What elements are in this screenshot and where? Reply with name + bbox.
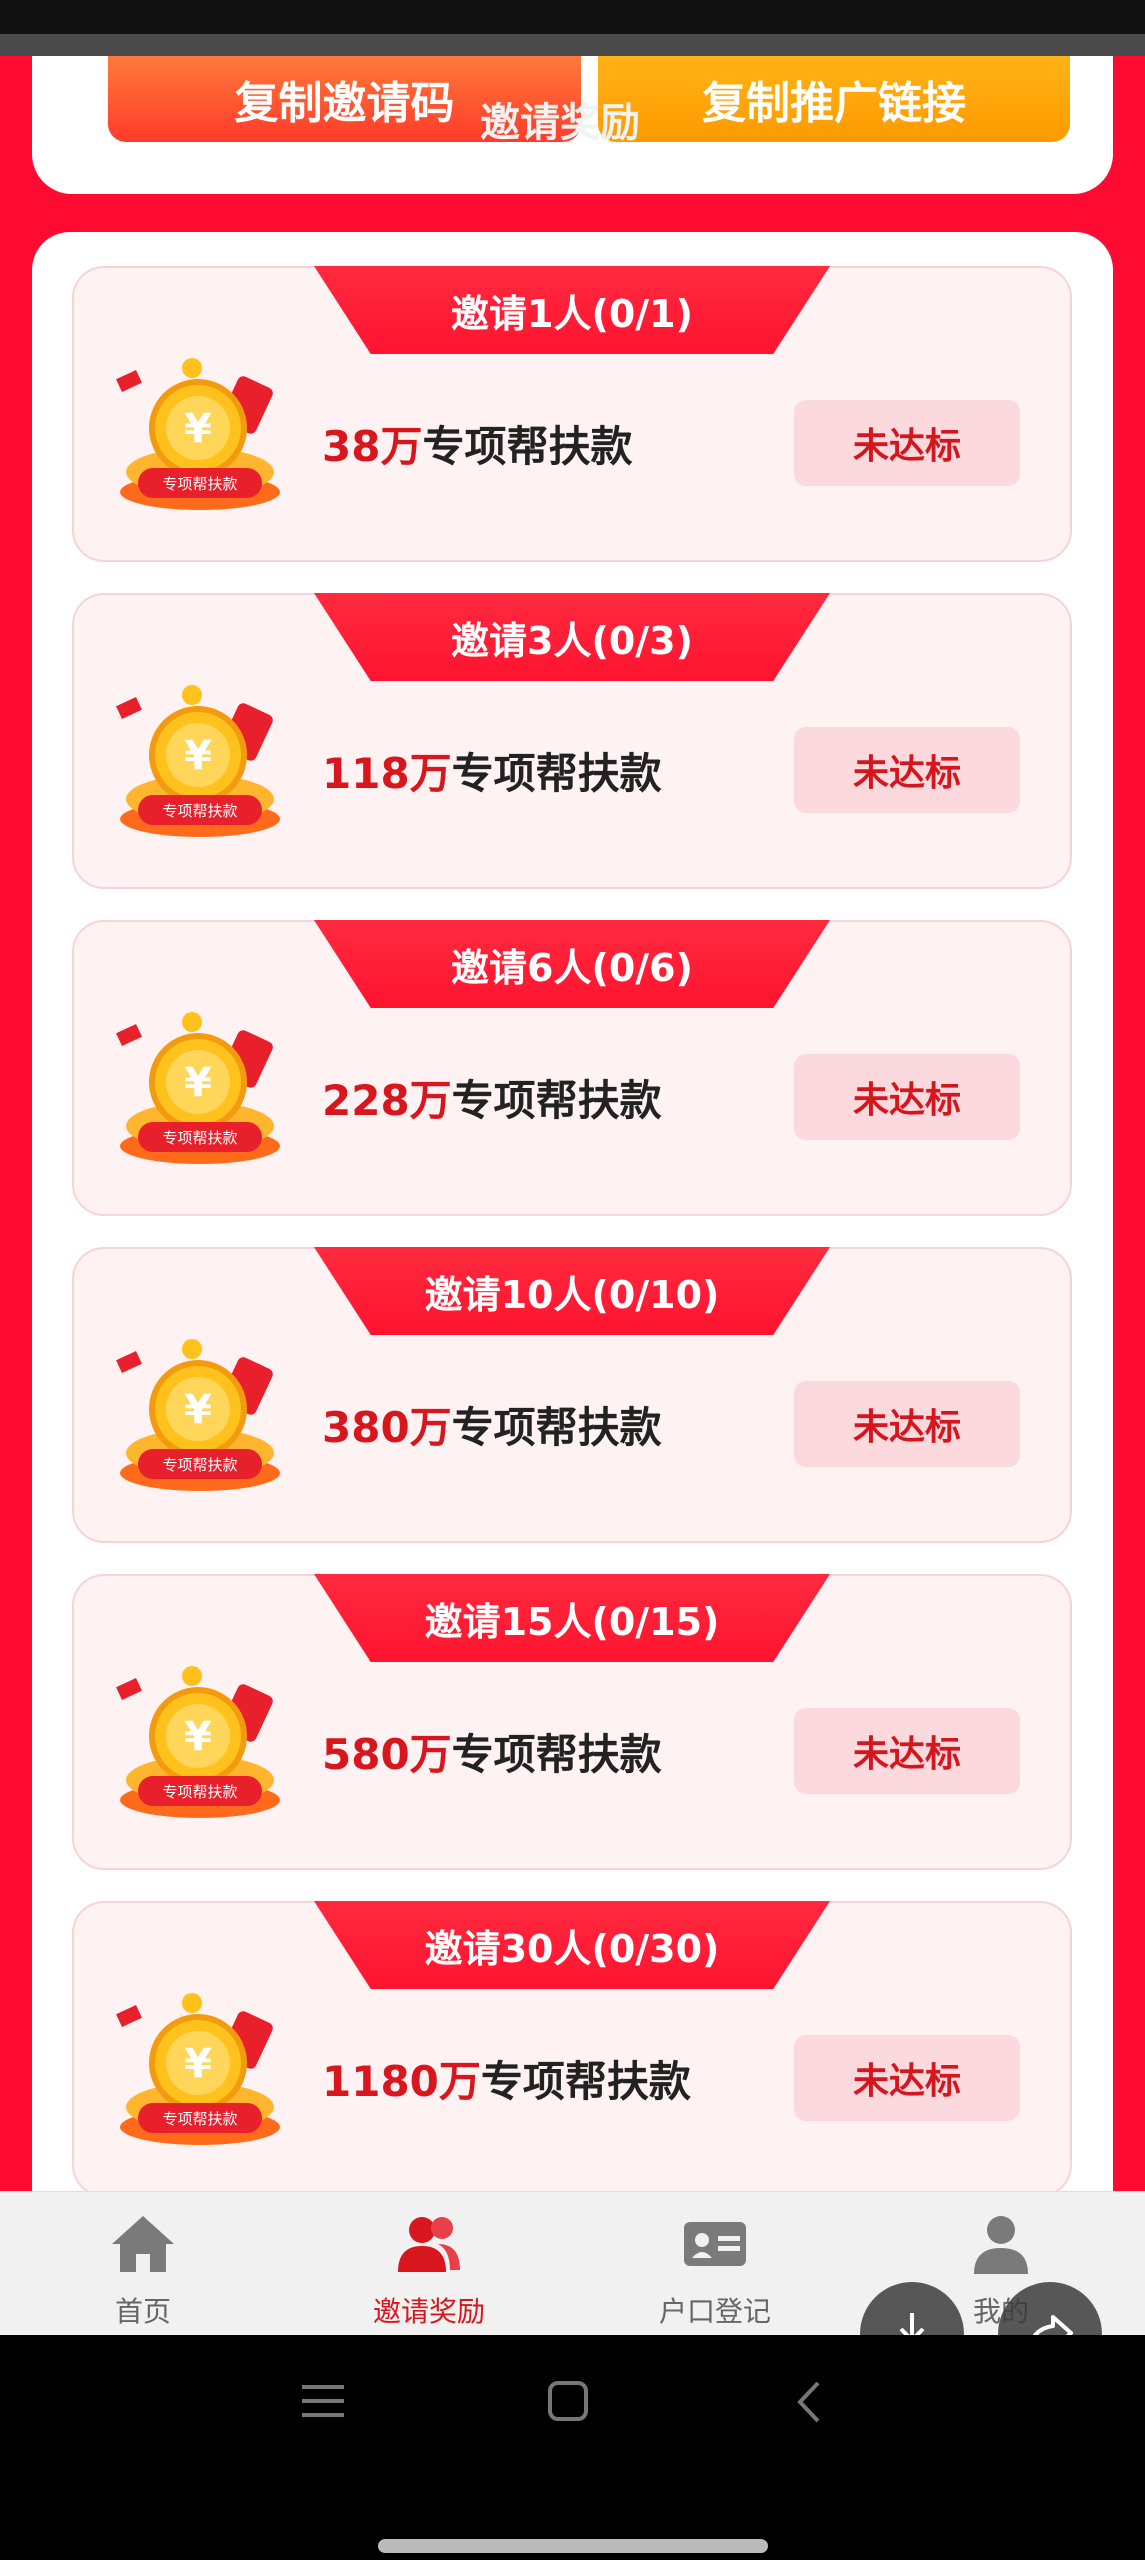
- coin-gift-icon: ¥ 专项帮扶款: [116, 1339, 280, 1491]
- app-screen: 复制邀请码 复制推广链接 邀请奖励 邀请1人(0/1) ¥ 专项帮扶款 38万专…: [0, 56, 1145, 2191]
- coin-gift-icon: ¥ 专项帮扶款: [116, 1666, 280, 1818]
- svg-text:专项帮扶款: 专项帮扶款: [162, 475, 237, 493]
- invite-target-tab: 邀请10人(0/10): [314, 1247, 830, 1335]
- reward-amount: 118万专项帮扶款: [322, 740, 662, 801]
- amount-value: 380万: [322, 1403, 452, 1452]
- copy-promo-link-button[interactable]: 复制推广链接: [598, 56, 1070, 142]
- status-badge[interactable]: 未达标: [794, 1054, 1020, 1140]
- reward-card: 邀请30人(0/30) ¥ 专项帮扶款 1180万专项帮扶款 未达标: [72, 1901, 1072, 2191]
- svg-text:专项帮扶款: 专项帮扶款: [162, 2110, 237, 2128]
- status-badge[interactable]: 未达标: [794, 1708, 1020, 1794]
- status-badge[interactable]: 未达标: [794, 1381, 1020, 1467]
- bottom-tab-bar: 首页 邀请奖励 户口登记 我的: [0, 2191, 1145, 2386]
- invite-target-tab: 邀请30人(0/30): [314, 1901, 830, 1989]
- reward-list: 邀请1人(0/1) ¥ 专项帮扶款 38万专项帮扶款 未达标 邀请3人(0/3)…: [32, 232, 1113, 2191]
- coin-gift-icon: ¥ 专项帮扶款: [116, 1993, 280, 2145]
- menu-icon[interactable]: [300, 2381, 346, 2421]
- svg-text:¥: ¥: [184, 1714, 212, 1760]
- amount-value: 228万: [322, 1076, 452, 1125]
- svg-text:¥: ¥: [184, 406, 212, 452]
- users-icon: [398, 2217, 460, 2272]
- amount-desc: 专项帮扶款: [451, 1730, 662, 1779]
- invite-target-tab: 邀请3人(0/3): [314, 593, 830, 681]
- status-bar: [0, 0, 1145, 56]
- amount-value: 580万: [322, 1730, 452, 1779]
- reward-amount: 580万专项帮扶款: [322, 1721, 662, 1782]
- svg-text:专项帮扶款: 专项帮扶款: [162, 1456, 237, 1474]
- invite-target-tab: 邀请15人(0/15): [314, 1574, 830, 1662]
- page-title: 邀请奖励: [480, 100, 640, 146]
- status-badge[interactable]: 未达标: [794, 2035, 1020, 2121]
- amount-desc: 专项帮扶款: [451, 1403, 662, 1452]
- amount-desc: 专项帮扶款: [480, 2057, 691, 2106]
- home-icon: [112, 2216, 174, 2272]
- invite-target-tab: 邀请1人(0/1): [314, 266, 830, 354]
- system-nav-bar: [0, 2335, 1145, 2560]
- reward-card: 邀请10人(0/10) ¥ 专项帮扶款 380万专项帮扶款 未达标: [72, 1247, 1072, 1543]
- svg-text:专项帮扶款: 专项帮扶款: [162, 1129, 237, 1147]
- back-icon[interactable]: [790, 2377, 826, 2427]
- status-badge[interactable]: 未达标: [794, 727, 1020, 813]
- amount-desc: 专项帮扶款: [451, 1076, 662, 1125]
- tab-invite-rewards[interactable]: 邀请奖励: [286, 2192, 572, 2336]
- reward-card: 邀请6人(0/6) ¥ 专项帮扶款 228万专项帮扶款 未达标: [72, 920, 1072, 1216]
- coin-gift-icon: ¥ 专项帮扶款: [116, 1012, 280, 1164]
- home-square-icon[interactable]: [546, 2379, 590, 2423]
- svg-text:¥: ¥: [184, 1060, 212, 1106]
- amount-desc: 专项帮扶款: [422, 422, 633, 471]
- gesture-handle: [378, 2539, 768, 2553]
- reward-amount: 228万专项帮扶款: [322, 1067, 662, 1128]
- invite-target-tab: 邀请6人(0/6): [314, 920, 830, 1008]
- svg-text:专项帮扶款: 专项帮扶款: [162, 802, 237, 820]
- reward-card: 邀请3人(0/3) ¥ 专项帮扶款 118万专项帮扶款 未达标: [72, 593, 1072, 889]
- person-icon: [974, 2216, 1028, 2274]
- id-card-icon: [684, 2222, 746, 2266]
- reward-amount: 1180万专项帮扶款: [322, 2048, 691, 2109]
- reward-amount: 38万专项帮扶款: [322, 413, 632, 474]
- reward-card: 邀请1人(0/1) ¥ 专项帮扶款 38万专项帮扶款 未达标: [72, 266, 1072, 562]
- reward-card: 邀请15人(0/15) ¥ 专项帮扶款 580万专项帮扶款 未达标: [72, 1574, 1072, 1870]
- svg-text:¥: ¥: [184, 733, 212, 779]
- svg-text:¥: ¥: [184, 2041, 212, 2087]
- reward-amount: 380万专项帮扶款: [322, 1394, 662, 1455]
- tab-label: 邀请奖励: [372, 2295, 485, 2328]
- status-badge[interactable]: 未达标: [794, 400, 1020, 486]
- tab-home[interactable]: 首页: [0, 2192, 286, 2336]
- coin-gift-icon: ¥ 专项帮扶款: [116, 358, 280, 510]
- svg-text:专项帮扶款: 专项帮扶款: [162, 1783, 237, 1801]
- svg-text:¥: ¥: [184, 1387, 212, 1433]
- amount-value: 38万: [322, 422, 423, 471]
- tab-label: 户口登记: [658, 2295, 771, 2328]
- tab-household-registration[interactable]: 户口登记: [572, 2192, 858, 2336]
- coin-gift-icon: ¥ 专项帮扶款: [116, 685, 280, 837]
- amount-value: 1180万: [322, 2057, 481, 2106]
- amount-desc: 专项帮扶款: [451, 749, 662, 798]
- amount-value: 118万: [322, 749, 452, 798]
- tab-label: 首页: [114, 2295, 171, 2328]
